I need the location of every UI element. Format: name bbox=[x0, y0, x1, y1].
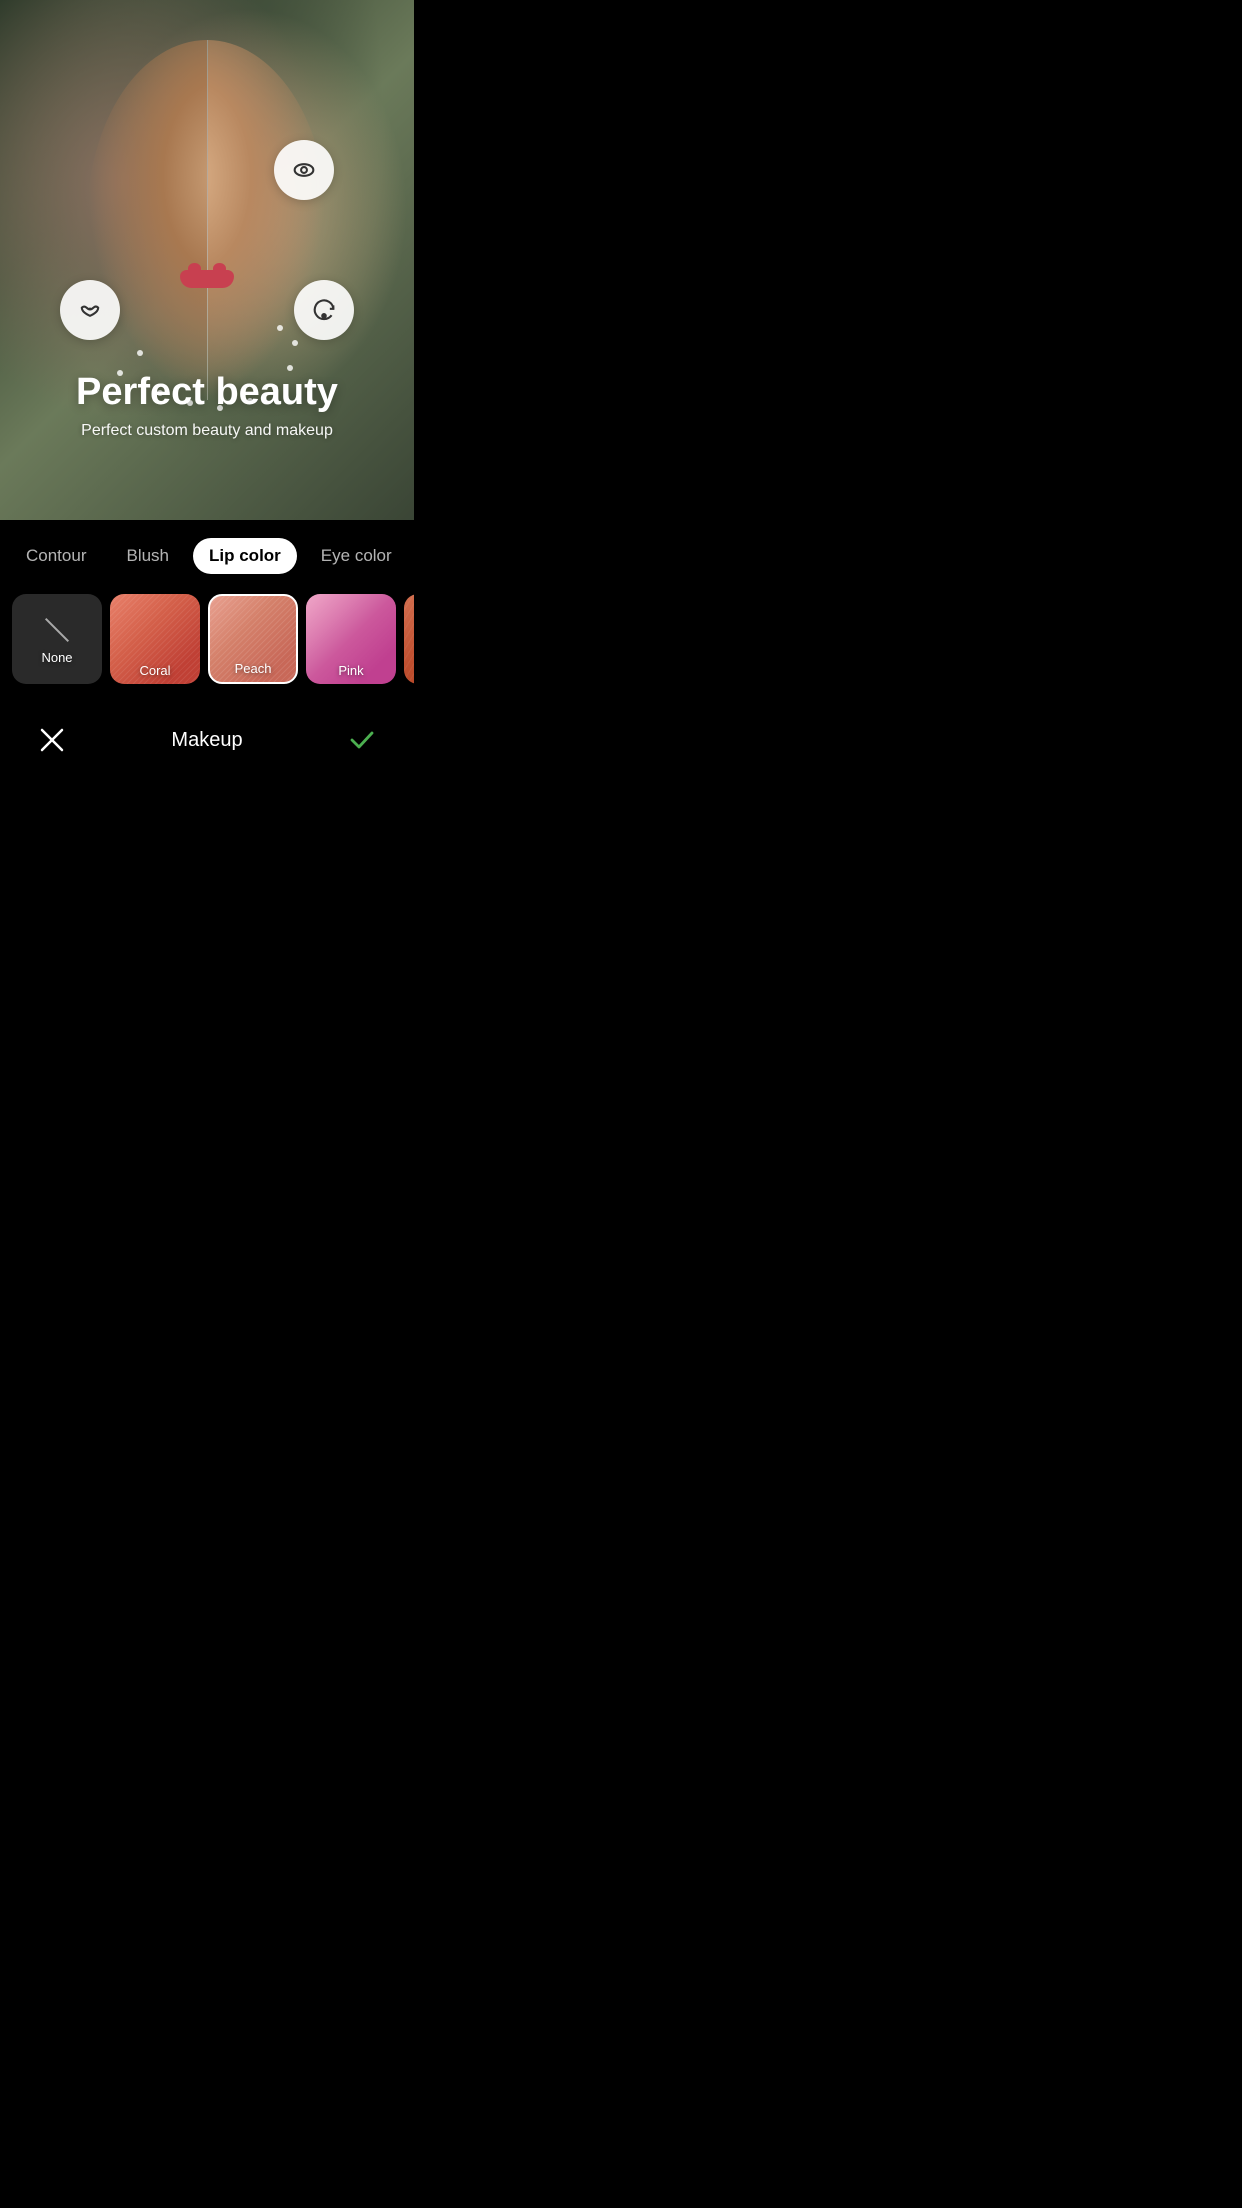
swatch-peach[interactable]: Peach bbox=[208, 594, 298, 684]
tab-contour[interactable]: Contour bbox=[10, 538, 102, 574]
tab-lip-color[interactable]: Lip color bbox=[193, 538, 297, 574]
lips-tool-button[interactable] bbox=[60, 280, 120, 340]
tab-eye-color[interactable]: Eye color bbox=[305, 538, 408, 574]
none-slash-icon bbox=[45, 617, 69, 641]
reset-tool-button[interactable] bbox=[294, 280, 354, 340]
swatch-pink[interactable]: Pink bbox=[306, 594, 396, 684]
confirm-button[interactable] bbox=[340, 718, 384, 762]
photo-canvas: Perfect beauty Perfect custom beauty and… bbox=[0, 0, 414, 520]
swatch-peach-label: Peach bbox=[210, 661, 296, 676]
tab-blush[interactable]: Blush bbox=[110, 538, 185, 574]
bottom-panel: Contour Blush Lip color Eye color Eyebr.… bbox=[0, 520, 414, 786]
bottom-title: Makeup bbox=[171, 729, 242, 752]
swatches-row: None Coral Peach Pink Orange Red bbox=[0, 586, 414, 704]
swatch-orange[interactable]: Orange bbox=[404, 594, 414, 684]
swatch-coral-label: Coral bbox=[110, 663, 200, 678]
swatch-coral[interactable]: Coral bbox=[110, 594, 200, 684]
swatch-orange-label: Orange bbox=[404, 663, 414, 678]
swatch-none-label: None bbox=[41, 650, 72, 665]
sub-title: Perfect custom beauty and makeup bbox=[20, 422, 394, 440]
tab-row: Contour Blush Lip color Eye color Eyebr.… bbox=[0, 520, 414, 586]
swatch-pink-label: Pink bbox=[306, 663, 396, 678]
eye-tool-button[interactable] bbox=[274, 140, 334, 200]
cancel-button[interactable] bbox=[30, 718, 74, 762]
bottom-bar: Makeup bbox=[0, 704, 414, 786]
photo-text-overlay: Perfect beauty Perfect custom beauty and… bbox=[0, 371, 414, 440]
swatch-none[interactable]: None bbox=[12, 594, 102, 684]
main-title: Perfect beauty bbox=[20, 371, 394, 414]
